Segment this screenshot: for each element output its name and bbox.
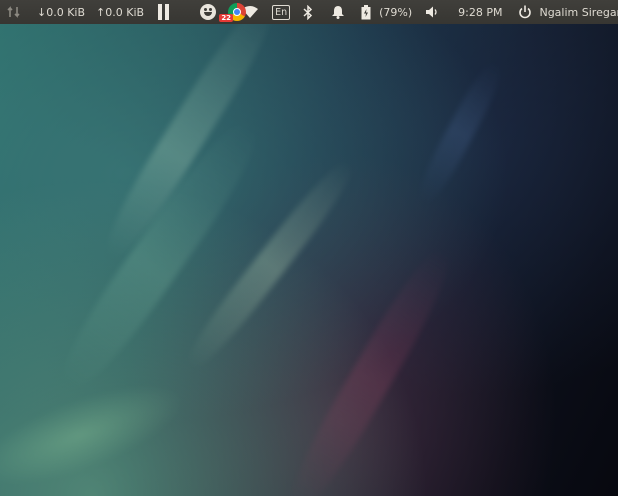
wallpaper-ridge <box>410 56 510 210</box>
clock[interactable]: 9:28 PM <box>458 0 502 24</box>
battery-percentage[interactable]: (79%) <box>379 0 412 24</box>
desktop: ↓0.0 KiB ↑0.0 KiB 22 En (79%) 9:28 PM Ng… <box>0 0 618 496</box>
download-speed[interactable]: ↓0.0 KiB <box>37 0 85 24</box>
up-down-arrows-icon <box>7 6 20 18</box>
upload-speed[interactable]: ↑0.0 KiB <box>96 0 144 24</box>
speaker-icon <box>426 6 437 18</box>
volume-icon[interactable] <box>425 5 441 19</box>
bell-icon[interactable] <box>331 5 345 19</box>
user-name[interactable]: Ngalim Siregar <box>539 0 618 24</box>
wallpaper-ridge <box>277 240 463 496</box>
bluetooth-icon <box>303 4 313 20</box>
smiley-icon[interactable] <box>200 4 217 20</box>
network-activity-icon[interactable] <box>6 0 22 24</box>
battery-charging-icon <box>361 4 371 19</box>
pause-icon[interactable] <box>156 4 170 20</box>
bell-icon <box>332 6 345 19</box>
power-icon <box>519 5 532 19</box>
power-icon[interactable] <box>518 5 532 19</box>
wallpaper-ridge <box>0 364 196 496</box>
bluetooth-icon[interactable] <box>303 4 313 20</box>
top-panel: ↓0.0 KiB ↑0.0 KiB 22 En (79%) 9:28 PM Ng… <box>0 0 618 24</box>
battery-icon[interactable] <box>361 4 371 20</box>
notification-count-badge: 22 <box>219 14 234 22</box>
keyboard-layout-indicator[interactable]: En <box>272 4 291 20</box>
